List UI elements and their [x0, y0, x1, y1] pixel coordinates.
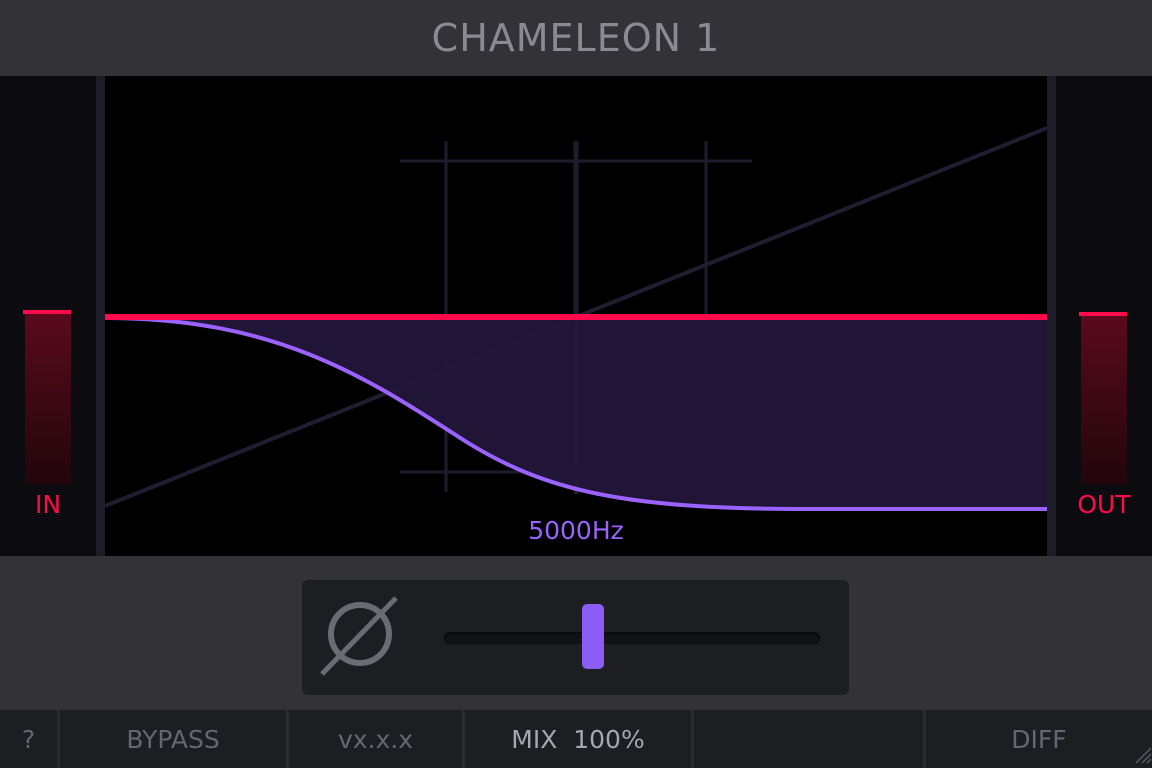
- resize-grip-icon[interactable]: [1130, 742, 1152, 768]
- input-meter-bar: [25, 314, 71, 484]
- output-meter-label: OUT: [1077, 490, 1131, 519]
- output-meter-bar: [1081, 316, 1127, 484]
- empty-footer-button[interactable]: [691, 710, 923, 768]
- slider-thumb[interactable]: [582, 604, 604, 669]
- left-divider: [96, 76, 105, 556]
- title-bar: CHAMELEON 1: [0, 0, 1152, 76]
- input-meter-panel: IN: [0, 76, 96, 556]
- filter-graph-svg: [105, 126, 1047, 511]
- footer-bar: ? BYPASS vx.x.x MIX 100% DIFF: [0, 710, 1152, 768]
- phase-invert-icon[interactable]: [318, 594, 400, 682]
- version-label: vx.x.x: [286, 710, 462, 768]
- slider-track[interactable]: [444, 632, 820, 644]
- output-meter-panel: OUT: [1056, 76, 1152, 556]
- help-button[interactable]: ?: [0, 710, 57, 768]
- diff-button[interactable]: DIFF: [923, 710, 1152, 768]
- right-divider: [1047, 76, 1056, 556]
- filter-graph[interactable]: 5000Hz: [105, 76, 1047, 556]
- filter-fill-area: [105, 318, 1047, 509]
- input-meter-label: IN: [34, 490, 62, 519]
- control-strip: [302, 580, 849, 695]
- mix-control[interactable]: MIX 100%: [462, 710, 691, 768]
- frequency-readout: 5000Hz: [528, 516, 624, 545]
- plugin-title: CHAMELEON 1: [431, 16, 721, 60]
- bypass-button[interactable]: BYPASS: [57, 710, 286, 768]
